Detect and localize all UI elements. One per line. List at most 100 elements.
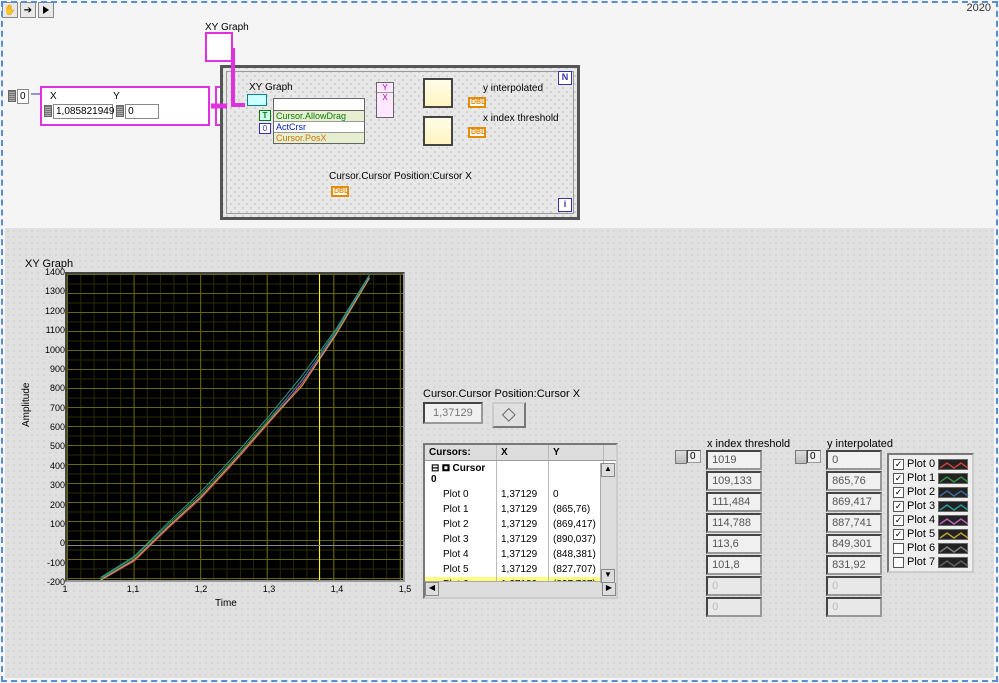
prop-active-cursor[interactable]: ActCrsr	[274, 122, 364, 133]
array-cell: 849,301	[826, 534, 882, 554]
x-array-index[interactable]: 0	[687, 450, 701, 463]
legend-swatch[interactable]	[938, 557, 968, 568]
zero-line	[67, 545, 403, 546]
legend-checkbox[interactable]: ✓	[893, 529, 904, 540]
y-tick: 600	[50, 422, 65, 432]
plot-legend[interactable]: ✓Plot 0✓Plot 1✓Plot 2✓Plot 3✓Plot 4✓Plot…	[887, 453, 974, 573]
x-tick: 1,5	[399, 584, 412, 594]
threshold-1d-array-vi-2[interactable]	[423, 116, 453, 146]
legend-checkbox[interactable]: ✓	[893, 487, 904, 498]
legend-swatch[interactable]	[938, 529, 968, 540]
x-axis-label: Time	[215, 598, 237, 609]
cursor-vertical-line[interactable]	[319, 274, 320, 580]
legend-swatch[interactable]	[938, 473, 968, 484]
legend-checkbox[interactable]: ✓	[893, 501, 904, 512]
x-tick: 1,2	[195, 584, 208, 594]
for-loop-structure[interactable]: N i XY Graph T 0 Cursor.AllowDrag ActCrs…	[220, 65, 580, 220]
y-interpolated-array[interactable]: y interpolated 0 0865,76869,417887,74184…	[795, 438, 893, 618]
array-cell: 109,133	[706, 471, 762, 491]
xy-graph-plot-area[interactable]	[65, 272, 405, 582]
x-index-threshold-indicator: DBL	[468, 125, 486, 138]
legend-swatch[interactable]	[938, 543, 968, 554]
legend-checkbox[interactable]: ✓	[893, 473, 904, 484]
legend-swatch[interactable]	[938, 501, 968, 512]
y-interpolated-indicator: DBL	[468, 95, 486, 108]
legend-row[interactable]: ✓Plot 0	[891, 457, 970, 471]
legend-plot-label: Plot 6	[907, 542, 935, 554]
array-cell: 0	[826, 450, 882, 470]
y-value-input[interactable]: 0	[125, 104, 159, 119]
y-array-index[interactable]: 0	[807, 450, 821, 463]
array-cell: 887,741	[826, 513, 882, 533]
legend-checkbox[interactable]	[893, 543, 904, 554]
xy-cluster-control[interactable]: X Y 1,085821949 0	[40, 86, 210, 126]
x-index-array-label: x index threshold	[707, 438, 790, 450]
scroll-down-button[interactable]: ▼	[601, 569, 615, 583]
cursor-list-row[interactable]: Plot 31,37129(890,037)	[425, 532, 616, 547]
y-tick: 100	[50, 519, 65, 529]
legend-swatch[interactable]	[938, 515, 968, 526]
scroll-left-button[interactable]: ◀	[425, 582, 439, 596]
cursor-center-button[interactable]	[492, 402, 526, 428]
xy-graph-reference[interactable]	[247, 94, 267, 106]
y-tick: 1000	[45, 345, 65, 355]
xy-graph-title: XY Graph	[25, 258, 405, 270]
y-tick: 1100	[46, 325, 65, 335]
array-index-spinner[interactable]	[795, 450, 807, 464]
scroll-up-button[interactable]: ▲	[601, 463, 615, 477]
array-cell: 0	[706, 597, 762, 617]
prop-cursor-allowdrag[interactable]: Cursor.AllowDrag	[274, 111, 364, 122]
y-axis-label: Amplitude	[21, 383, 32, 427]
array-index-spinner[interactable]	[675, 450, 687, 464]
legend-row[interactable]: ✓Plot 1	[891, 471, 970, 485]
array-index-constant[interactable]: 0	[8, 89, 29, 104]
property-node-header	[274, 99, 364, 111]
legend-row[interactable]: Plot 7	[891, 555, 970, 569]
legend-swatch[interactable]	[938, 459, 968, 470]
legend-plot-label: Plot 2	[907, 486, 935, 498]
y-field-label: Y	[107, 91, 147, 102]
legend-row[interactable]: ✓Plot 2	[891, 485, 970, 499]
legend-checkbox[interactable]	[893, 557, 904, 568]
cursor-list-row[interactable]: Plot 41,37129(848,381)	[425, 547, 616, 562]
array-cell: 111,484	[706, 492, 762, 512]
legend-row[interactable]: ✓Plot 3	[891, 499, 970, 513]
cursor-list-row[interactable]: ⊟ 🞓 Cursor 0	[425, 461, 616, 487]
y-tick: -100	[47, 558, 65, 568]
x-tick: 1,4	[331, 584, 344, 594]
legend-swatch[interactable]	[938, 487, 968, 498]
legend-plot-label: Plot 5	[907, 528, 935, 540]
cursor-legend-panel[interactable]: Cursors: X Y ⊟ 🞓 Cursor 0Plot 01,371290P…	[423, 443, 618, 599]
x-value-input[interactable]: 1,085821949	[53, 104, 113, 119]
cursor-list-row[interactable]: Plot 11,37129(865,76)	[425, 502, 616, 517]
hand-tool-button[interactable]: ✋	[2, 2, 18, 18]
graph-property-node[interactable]: Cursor.AllowDrag ActCrsr Cursor.PosX	[273, 98, 365, 144]
scroll-right-button[interactable]: ▶	[602, 582, 616, 596]
true-constant[interactable]: T	[259, 110, 271, 121]
x-index-threshold-array[interactable]: x index threshold 0 1019109,133111,48411…	[675, 438, 790, 618]
legend-row[interactable]: Plot 6	[891, 541, 970, 555]
unbundle-node[interactable]: Y X	[376, 82, 394, 118]
array-cell: 1019	[706, 450, 762, 470]
y-tick: 300	[50, 480, 65, 490]
x-tick: 1,1	[127, 584, 140, 594]
zero-constant[interactable]: 0	[259, 123, 271, 134]
cursor-list-row[interactable]: Plot 01,371290	[425, 487, 616, 502]
legend-checkbox[interactable]: ✓	[893, 515, 904, 526]
legend-row[interactable]: ✓Plot 4	[891, 513, 970, 527]
cursor-list-row[interactable]: Plot 21,37129(869,417)	[425, 517, 616, 532]
threshold-1d-array-vi-1[interactable]	[423, 78, 453, 108]
cursor-list-row[interactable]: Plot 51,37129(827,707)	[425, 562, 616, 577]
arrow-tool-button[interactable]: ➔	[20, 2, 36, 18]
loop-count-terminal[interactable]: N	[558, 71, 572, 85]
y-tick: 1200	[45, 306, 65, 316]
legend-checkbox[interactable]: ✓	[893, 459, 904, 470]
y-tick: 1300	[45, 286, 65, 296]
legend-row[interactable]: ✓Plot 5	[891, 527, 970, 541]
cursor-posx-indicator-label: Cursor.Cursor Position:Cursor X	[329, 171, 472, 182]
y-interpolated-array-label: y interpolated	[827, 438, 893, 450]
run-button[interactable]	[38, 2, 54, 18]
xy-graph-terminal[interactable]	[205, 32, 233, 62]
array-cell: 0	[706, 576, 762, 596]
prop-cursor-posx[interactable]: Cursor.PosX	[274, 133, 364, 143]
